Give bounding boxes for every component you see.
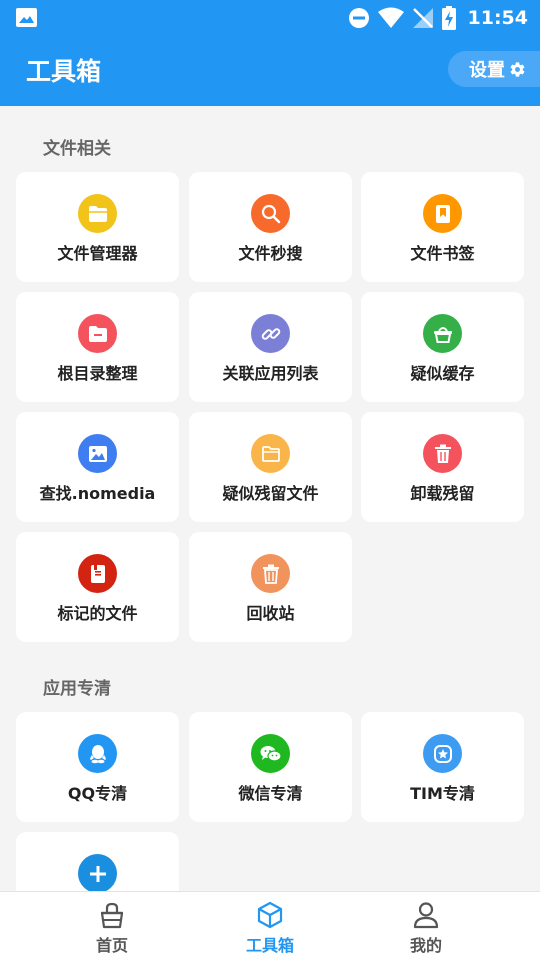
profile-icon: [413, 902, 439, 929]
gear-icon: [510, 61, 525, 77]
folder-outline-icon: [251, 434, 290, 473]
folder-icon: [78, 194, 117, 233]
plus-icon: [78, 854, 117, 891]
bookmark-icon: [423, 194, 462, 233]
tool-label: TIM专清: [410, 784, 475, 803]
tool-label: 关联应用列表: [222, 364, 319, 383]
tool-label: 回收站: [246, 604, 295, 623]
tool-label: 根目录整理: [57, 364, 138, 383]
nav-label: 工具箱: [245, 936, 294, 955]
tool-find-nomedia[interactable]: 查找.nomedia: [16, 412, 179, 522]
app-bar: 工具箱 设置: [0, 36, 540, 106]
gallery-icon: [16, 8, 37, 27]
section-title-file: 文件相关: [43, 139, 111, 159]
wifi-icon: [377, 7, 404, 28]
tool-file-bookmark[interactable]: 文件书签: [361, 172, 524, 282]
section-title-app: 应用专清: [43, 679, 111, 699]
tool-label: 卸载残留: [410, 484, 475, 503]
tool-root-organize[interactable]: 根目录整理: [16, 292, 179, 402]
tool-wechat-clean[interactable]: 微信专清: [189, 712, 352, 822]
tool-tim-clean[interactable]: TIM专清: [361, 712, 524, 822]
tool-label: 疑似缓存: [410, 364, 475, 383]
qq-icon: [78, 734, 117, 773]
basket-icon: [423, 314, 462, 353]
no-signal-icon: [412, 8, 433, 28]
tool-label: 文件管理器: [57, 244, 138, 263]
tool-label: 查找.nomedia: [39, 484, 156, 503]
tool-suspected-cache[interactable]: 疑似缓存: [361, 292, 524, 402]
search-icon: [251, 194, 290, 233]
nav-toolbox[interactable]: 工具箱: [210, 892, 330, 960]
image-icon: [78, 434, 117, 473]
tool-file-search[interactable]: 文件秒搜: [189, 172, 352, 282]
tool-label: 疑似残留文件: [222, 484, 319, 503]
tool-file-manager[interactable]: 文件管理器: [16, 172, 179, 282]
tool-add-app[interactable]: [16, 832, 179, 891]
home-icon: [100, 902, 124, 929]
tool-label: 文件书签: [410, 244, 475, 263]
tool-list[interactable]: 文件相关 文件管理器 文件秒搜 文件书签 根目录整理 关联应用列表 疑似缓存 查…: [0, 106, 540, 891]
link-icon: [251, 314, 290, 353]
tool-label: QQ专清: [67, 784, 128, 803]
page-title: 工具箱: [26, 57, 102, 86]
settings-label: 设置: [469, 60, 505, 81]
marked-file-icon: [78, 554, 117, 593]
tool-suspected-residual[interactable]: 疑似残留文件: [189, 412, 352, 522]
tool-qq-clean[interactable]: QQ专清: [16, 712, 179, 822]
tool-label: 标记的文件: [57, 604, 138, 623]
status-time: 11:54: [467, 7, 528, 29]
recycle-bin-icon: [251, 554, 290, 593]
battery-charging-icon: [441, 6, 456, 30]
status-bar: 11:54: [0, 0, 540, 36]
tool-label: 文件秒搜: [238, 244, 303, 263]
bottom-nav: 首页 工具箱 我的: [0, 891, 540, 960]
do-not-disturb-icon: [348, 8, 369, 28]
toolbox-icon: [257, 901, 283, 929]
tool-recycle-bin[interactable]: 回收站: [189, 532, 352, 642]
nav-home[interactable]: 首页: [52, 892, 172, 960]
nav-label: 我的: [409, 936, 442, 955]
settings-button[interactable]: 设置: [448, 51, 540, 87]
nav-profile[interactable]: 我的: [366, 892, 486, 960]
tool-label: 微信专清: [238, 784, 303, 803]
tool-uninstall-residual[interactable]: 卸载残留: [361, 412, 524, 522]
trash-icon: [423, 434, 462, 473]
wechat-icon: [251, 734, 290, 773]
tim-icon: [423, 734, 462, 773]
tool-associated-apps[interactable]: 关联应用列表: [189, 292, 352, 402]
nav-label: 首页: [95, 936, 128, 955]
folder-minus-icon: [78, 314, 117, 353]
tool-marked-files[interactable]: 标记的文件: [16, 532, 179, 642]
